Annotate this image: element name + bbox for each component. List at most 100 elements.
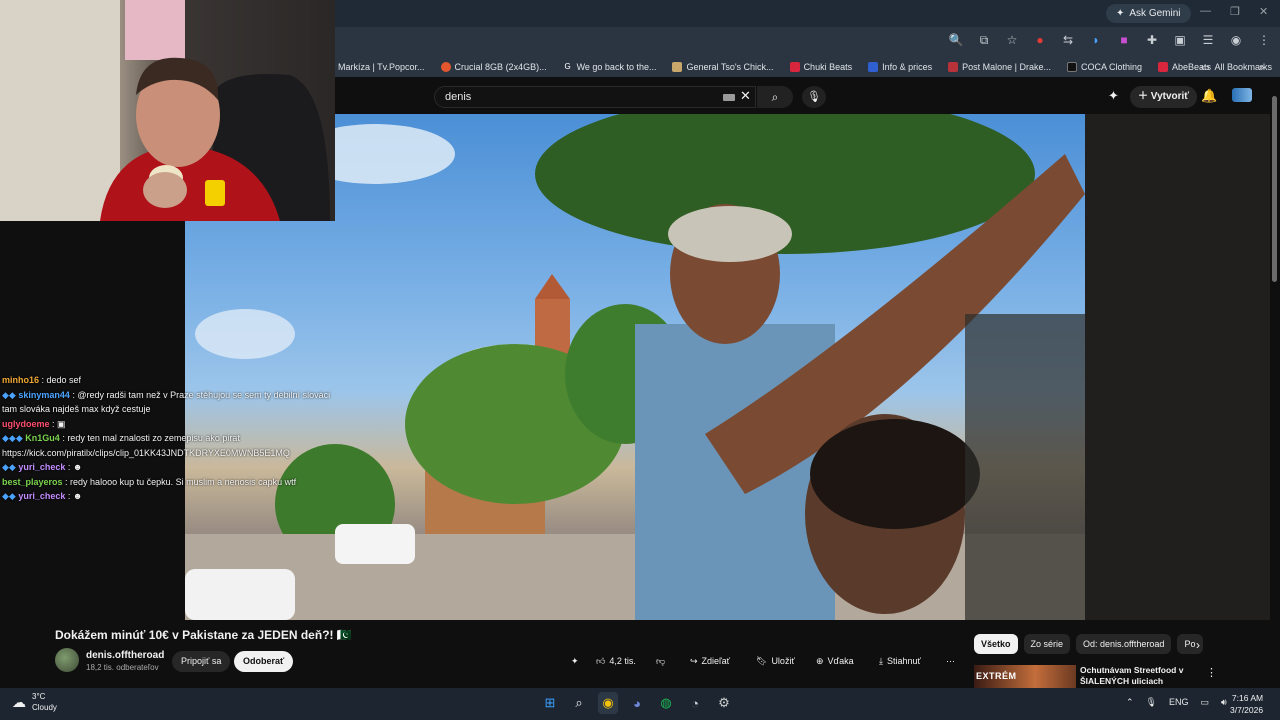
chat-username[interactable]: yuri_check	[18, 491, 65, 501]
chat-username[interactable]: best_playeros	[2, 477, 63, 487]
profile-icon[interactable]: ◉	[1228, 33, 1244, 48]
channel-name[interactable]: denis.offtheroad	[86, 650, 164, 661]
bookmark-label: Chuki Beats	[803, 62, 853, 72]
chip-channel[interactable]: Od: denis.offtheroad	[1076, 634, 1172, 654]
search-input[interactable]: denis	[434, 86, 756, 108]
tab-search-icon[interactable]: ☰	[1200, 33, 1216, 48]
star-icon[interactable]: ☆	[1004, 33, 1020, 48]
chevron-right-icon[interactable]: ›	[1196, 638, 1200, 652]
chat-username[interactable]: minho16	[2, 375, 39, 385]
bookmark-label: General Tso's Chick...	[686, 62, 774, 72]
thanks-icon: ⊕	[816, 656, 824, 666]
cast-icon[interactable]: ⧉	[976, 33, 992, 48]
chrome-icon[interactable]: ◉	[598, 692, 618, 714]
save-button[interactable]: 🔖︎ Uložiť	[756, 652, 795, 671]
chat-username[interactable]: skinyman44	[18, 390, 70, 400]
extension-icon[interactable]: ◗	[1088, 33, 1104, 48]
avatar[interactable]	[1232, 88, 1252, 102]
minimize-icon[interactable]: —	[1200, 5, 1211, 17]
search-value: denis	[445, 91, 472, 103]
clock-date: 3/7/2026	[1230, 705, 1264, 715]
bookmark-item[interactable]: Crucial 8GB (2x4GB)...	[433, 62, 555, 72]
mic-icon[interactable]: 🎙	[1146, 697, 1157, 708]
keyboard-icon[interactable]	[723, 94, 735, 101]
spotify-icon[interactable]: ◍	[656, 692, 676, 714]
share-button[interactable]: ↪ Zdieľať	[690, 652, 730, 671]
maximize-icon[interactable]: ❐	[1230, 5, 1240, 18]
bookmark-label: Markíza | Tv.Popcor...	[338, 62, 425, 72]
weather-temp: 3°C	[32, 692, 46, 701]
ask-ai-button[interactable]: ✦	[571, 652, 579, 671]
webcam-overlay	[0, 0, 335, 221]
badge-icon: ◆◆	[2, 389, 16, 400]
bookmark-item[interactable]: Post Malone | Drake...	[940, 62, 1059, 72]
share-label: Zdieľať	[701, 656, 731, 666]
like-count: 4,2 tis.	[609, 656, 636, 666]
language-indicator[interactable]: ENG	[1169, 697, 1189, 708]
chat-message: ◆◆ yuri_check : ☻	[2, 460, 332, 475]
chat-message: uglydoeme : ▣	[2, 417, 332, 432]
more-actions-button[interactable]: ⋯	[946, 652, 955, 671]
windows-start-icon[interactable]: ⊞	[540, 692, 560, 714]
bookmark-item[interactable]: General Tso's Chick...	[664, 62, 781, 72]
gemini-icon[interactable]: ✦	[1108, 88, 1119, 104]
chip-series[interactable]: Zo série	[1023, 634, 1071, 654]
thanks-label: Vďaka	[827, 656, 854, 666]
clear-search-icon[interactable]: ✕	[740, 88, 751, 104]
chat-username[interactable]: uglydoeme	[2, 419, 50, 429]
steam-icon[interactable]: ◔	[685, 692, 705, 714]
ask-gemini-label: Ask Gemini	[1129, 8, 1181, 19]
bookmark-label: We go back to the...	[576, 62, 657, 72]
bookmark-label: Info & prices	[882, 62, 933, 72]
webcam-frame	[0, 0, 330, 221]
unsubscribe-button[interactable]: Odoberať	[234, 651, 294, 672]
search-button[interactable]: ⌕	[757, 86, 793, 108]
channel-avatar[interactable]	[55, 648, 79, 672]
bookmark-item[interactable]: COCA Clothing	[1059, 62, 1150, 72]
puzzle-icon[interactable]: ✚	[1144, 33, 1160, 48]
chip-all[interactable]: Všetko	[974, 634, 1018, 654]
volume-icon[interactable]: 🔊︎	[1221, 697, 1227, 708]
bookmark-favicon	[1158, 62, 1169, 72]
dislike-button[interactable]: 👎︎	[656, 652, 665, 671]
ask-gemini-button[interactable]: ✦ Ask Gemini	[1106, 4, 1191, 23]
taskbar-clock[interactable]: 7:16 AM 3/7/2026	[1230, 692, 1263, 716]
search-icon[interactable]: ⌕	[569, 692, 589, 714]
chat-username[interactable]: yuri_check	[18, 462, 65, 472]
scrollbar-thumb[interactable]	[1272, 96, 1277, 282]
zoom-icon[interactable]: 🔍	[948, 33, 964, 48]
create-button[interactable]: ＋ Vytvoriť	[1130, 86, 1198, 108]
bookmark-favicon	[1067, 62, 1077, 72]
like-button[interactable]: 👍︎ 4,2 tis.	[596, 652, 636, 671]
badge-icon: ◆◆	[2, 491, 16, 501]
bookmark-item[interactable]: Markíza | Tv.Popcor...	[330, 62, 433, 72]
download-button[interactable]: ⤓ Stiahnuť	[879, 652, 921, 671]
bookmark-item[interactable]: Chuki Beats	[782, 62, 861, 72]
bookmark-item[interactable]: G We go back to the...	[555, 62, 665, 72]
bookmark-favicon	[440, 62, 451, 72]
extension-icon[interactable]: ■	[1116, 33, 1132, 48]
badge-icon: ◆◆	[2, 462, 16, 472]
bookmark-item[interactable]: Info & prices	[860, 62, 940, 72]
recommended-badge: EXTRÉM	[976, 671, 1017, 681]
menu-icon[interactable]: ⋮	[1256, 33, 1272, 48]
discord-icon[interactable]: ◕	[627, 692, 647, 714]
extension-icon[interactable]: ●	[1032, 33, 1048, 48]
all-bookmarks[interactable]: ▭ All Bookmarks	[1201, 57, 1272, 77]
bell-icon[interactable]: 🔔	[1201, 88, 1217, 104]
chevron-up-icon[interactable]: ⌃	[1126, 697, 1134, 708]
sidepanel-icon[interactable]: ▣	[1172, 33, 1188, 48]
extension-icon[interactable]: ⇆	[1060, 33, 1076, 48]
weather-widget[interactable]: ☁ 3°C Cloudy	[12, 691, 57, 713]
app-icon[interactable]: ⚙	[714, 692, 734, 714]
mic-button[interactable]: 🎙	[802, 86, 826, 108]
chat-username[interactable]: Kn1Gu4	[25, 433, 60, 443]
thanks-button[interactable]: ⊕ Vďaka	[816, 652, 854, 671]
join-button[interactable]: Pripojiť sa	[172, 651, 231, 672]
chat-message: ◆◆◆ Kn1Gu4 : redy ten mal znalosti zo ze…	[2, 431, 332, 460]
more-vert-icon[interactable]: ⋮	[1206, 666, 1217, 679]
network-icon[interactable]: ▭	[1201, 697, 1210, 708]
close-icon[interactable]: ✕	[1259, 5, 1268, 18]
sparkle-icon: ✦	[571, 656, 579, 666]
google-icon: G	[562, 62, 573, 72]
